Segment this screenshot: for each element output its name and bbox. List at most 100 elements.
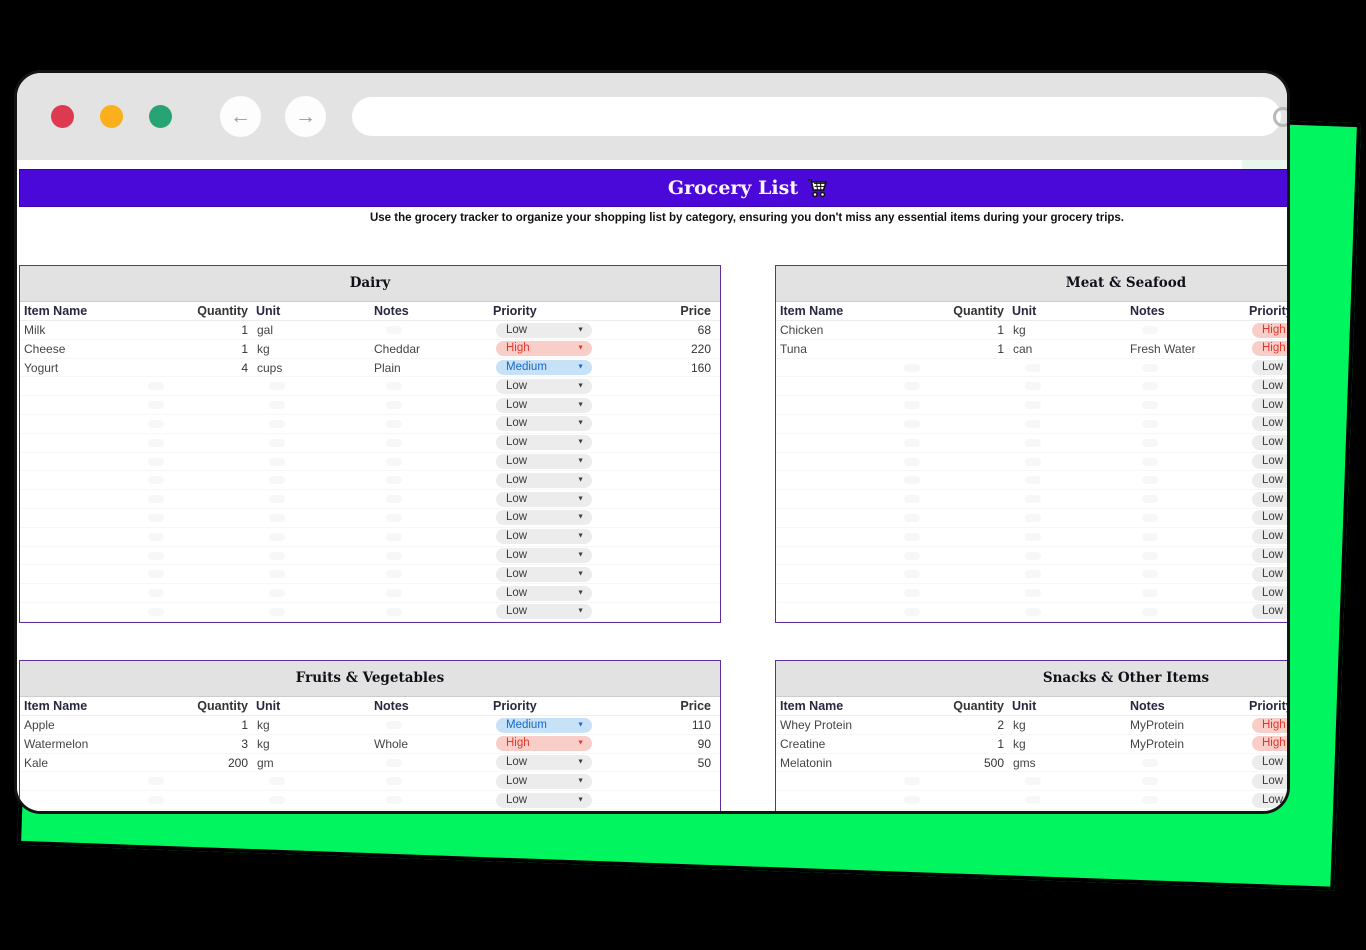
cell-item-name[interactable]: Whey Protein [776,716,894,735]
cell-item-name[interactable] [776,810,894,811]
cell-notes[interactable] [372,471,493,490]
cell-item-name[interactable]: Creatine [776,735,894,754]
cell-price[interactable] [597,565,720,584]
cell-item-name[interactable] [20,509,138,528]
cell-item-name[interactable] [20,772,138,791]
priority-dropdown[interactable]: Low▼ [1252,604,1287,619]
cell-notes[interactable] [372,772,493,791]
cell-item-name[interactable]: Melatonin [776,754,894,773]
cell-item-name[interactable] [20,810,138,811]
priority-dropdown[interactable]: Low▼ [496,492,592,507]
priority-dropdown[interactable]: Low▼ [1252,416,1287,431]
cell-quantity[interactable]: 2 [894,716,1007,735]
cell-quantity[interactable] [138,603,251,622]
priority-dropdown[interactable]: Low▼ [496,774,592,789]
cell-unit[interactable] [251,453,372,472]
cell-quantity[interactable]: 3 [138,735,251,754]
cell-quantity[interactable]: 4 [138,359,251,378]
cell-price[interactable]: 68 [597,321,720,340]
cell-quantity[interactable] [894,434,1007,453]
cell-notes[interactable] [1128,509,1249,528]
priority-dropdown[interactable]: Low▼ [1252,755,1287,770]
cell-unit[interactable] [251,509,372,528]
cell-price[interactable] [597,772,720,791]
cell-quantity[interactable] [894,772,1007,791]
cell-item-name[interactable]: Kale [20,754,138,773]
cell-item-name[interactable] [776,377,894,396]
cell-notes[interactable] [1128,547,1249,566]
cell-price[interactable]: 50 [597,754,720,773]
cell-unit[interactable] [251,434,372,453]
cell-quantity[interactable] [138,584,251,603]
priority-dropdown[interactable]: High▼ [496,341,592,356]
priority-dropdown[interactable]: Low▼ [1252,360,1287,375]
cell-item-name[interactable] [20,584,138,603]
cell-notes[interactable] [1128,377,1249,396]
cell-notes[interactable] [1128,772,1249,791]
cell-unit[interactable] [1007,490,1128,509]
cell-item-name[interactable]: Tuna [776,340,894,359]
cell-notes[interactable] [372,490,493,509]
cell-item-name[interactable] [776,490,894,509]
cell-price[interactable] [597,471,720,490]
priority-dropdown[interactable]: Low▼ [496,454,592,469]
cell-quantity[interactable] [894,509,1007,528]
cell-notes[interactable]: Whole [372,735,493,754]
cell-unit[interactable] [1007,791,1128,810]
priority-dropdown[interactable]: Low▼ [496,416,592,431]
cell-notes[interactable] [372,584,493,603]
cell-price[interactable] [597,547,720,566]
cell-notes[interactable] [1128,359,1249,378]
cell-quantity[interactable] [138,471,251,490]
priority-dropdown[interactable]: Low▼ [496,586,592,601]
cell-quantity[interactable] [138,434,251,453]
cell-price[interactable] [597,528,720,547]
cell-item-name[interactable] [20,471,138,490]
priority-dropdown[interactable]: Low▼ [496,755,592,770]
cell-item-name[interactable] [776,791,894,810]
priority-dropdown[interactable]: Low▼ [1252,492,1287,507]
cell-item-name[interactable] [776,415,894,434]
cell-item-name[interactable] [20,528,138,547]
priority-dropdown[interactable]: Medium▼ [496,718,592,733]
cell-notes[interactable]: MyProtein [1128,735,1249,754]
cell-unit[interactable] [1007,434,1128,453]
cell-notes[interactable] [1128,321,1249,340]
cell-quantity[interactable] [894,810,1007,811]
cell-quantity[interactable] [138,810,251,811]
cell-price[interactable] [597,791,720,810]
cell-unit[interactable] [1007,528,1128,547]
cell-unit[interactable]: kg [251,735,372,754]
priority-dropdown[interactable]: Low▼ [1252,473,1287,488]
cell-quantity[interactable] [138,547,251,566]
priority-dropdown[interactable]: Medium▼ [496,360,592,375]
cell-item-name[interactable]: Milk [20,321,138,340]
cell-quantity[interactable] [894,791,1007,810]
cell-quantity[interactable] [138,772,251,791]
cell-item-name[interactable] [20,490,138,509]
cell-unit[interactable]: kg [251,716,372,735]
cell-quantity[interactable] [894,547,1007,566]
cell-notes[interactable] [1128,810,1249,811]
cell-notes[interactable]: Cheddar [372,340,493,359]
close-window-button[interactable] [51,105,74,128]
cell-item-name[interactable] [20,415,138,434]
priority-dropdown[interactable]: Low▼ [1252,510,1287,525]
cell-item-name[interactable] [20,453,138,472]
cell-unit[interactable] [251,471,372,490]
priority-dropdown[interactable]: Low▼ [496,529,592,544]
cell-quantity[interactable] [894,584,1007,603]
cell-unit[interactable] [1007,565,1128,584]
cell-unit[interactable]: kg [1007,735,1128,754]
priority-dropdown[interactable]: Low▼ [496,604,592,619]
priority-dropdown[interactable]: High▼ [1252,341,1287,356]
cell-unit[interactable] [1007,415,1128,434]
cell-item-name[interactable] [776,453,894,472]
cell-price[interactable] [597,415,720,434]
cell-price[interactable]: 160 [597,359,720,378]
cell-item-name[interactable] [20,377,138,396]
cell-notes[interactable] [372,547,493,566]
minimize-window-button[interactable] [100,105,123,128]
priority-dropdown[interactable]: Low▼ [496,793,592,808]
cell-quantity[interactable] [138,509,251,528]
